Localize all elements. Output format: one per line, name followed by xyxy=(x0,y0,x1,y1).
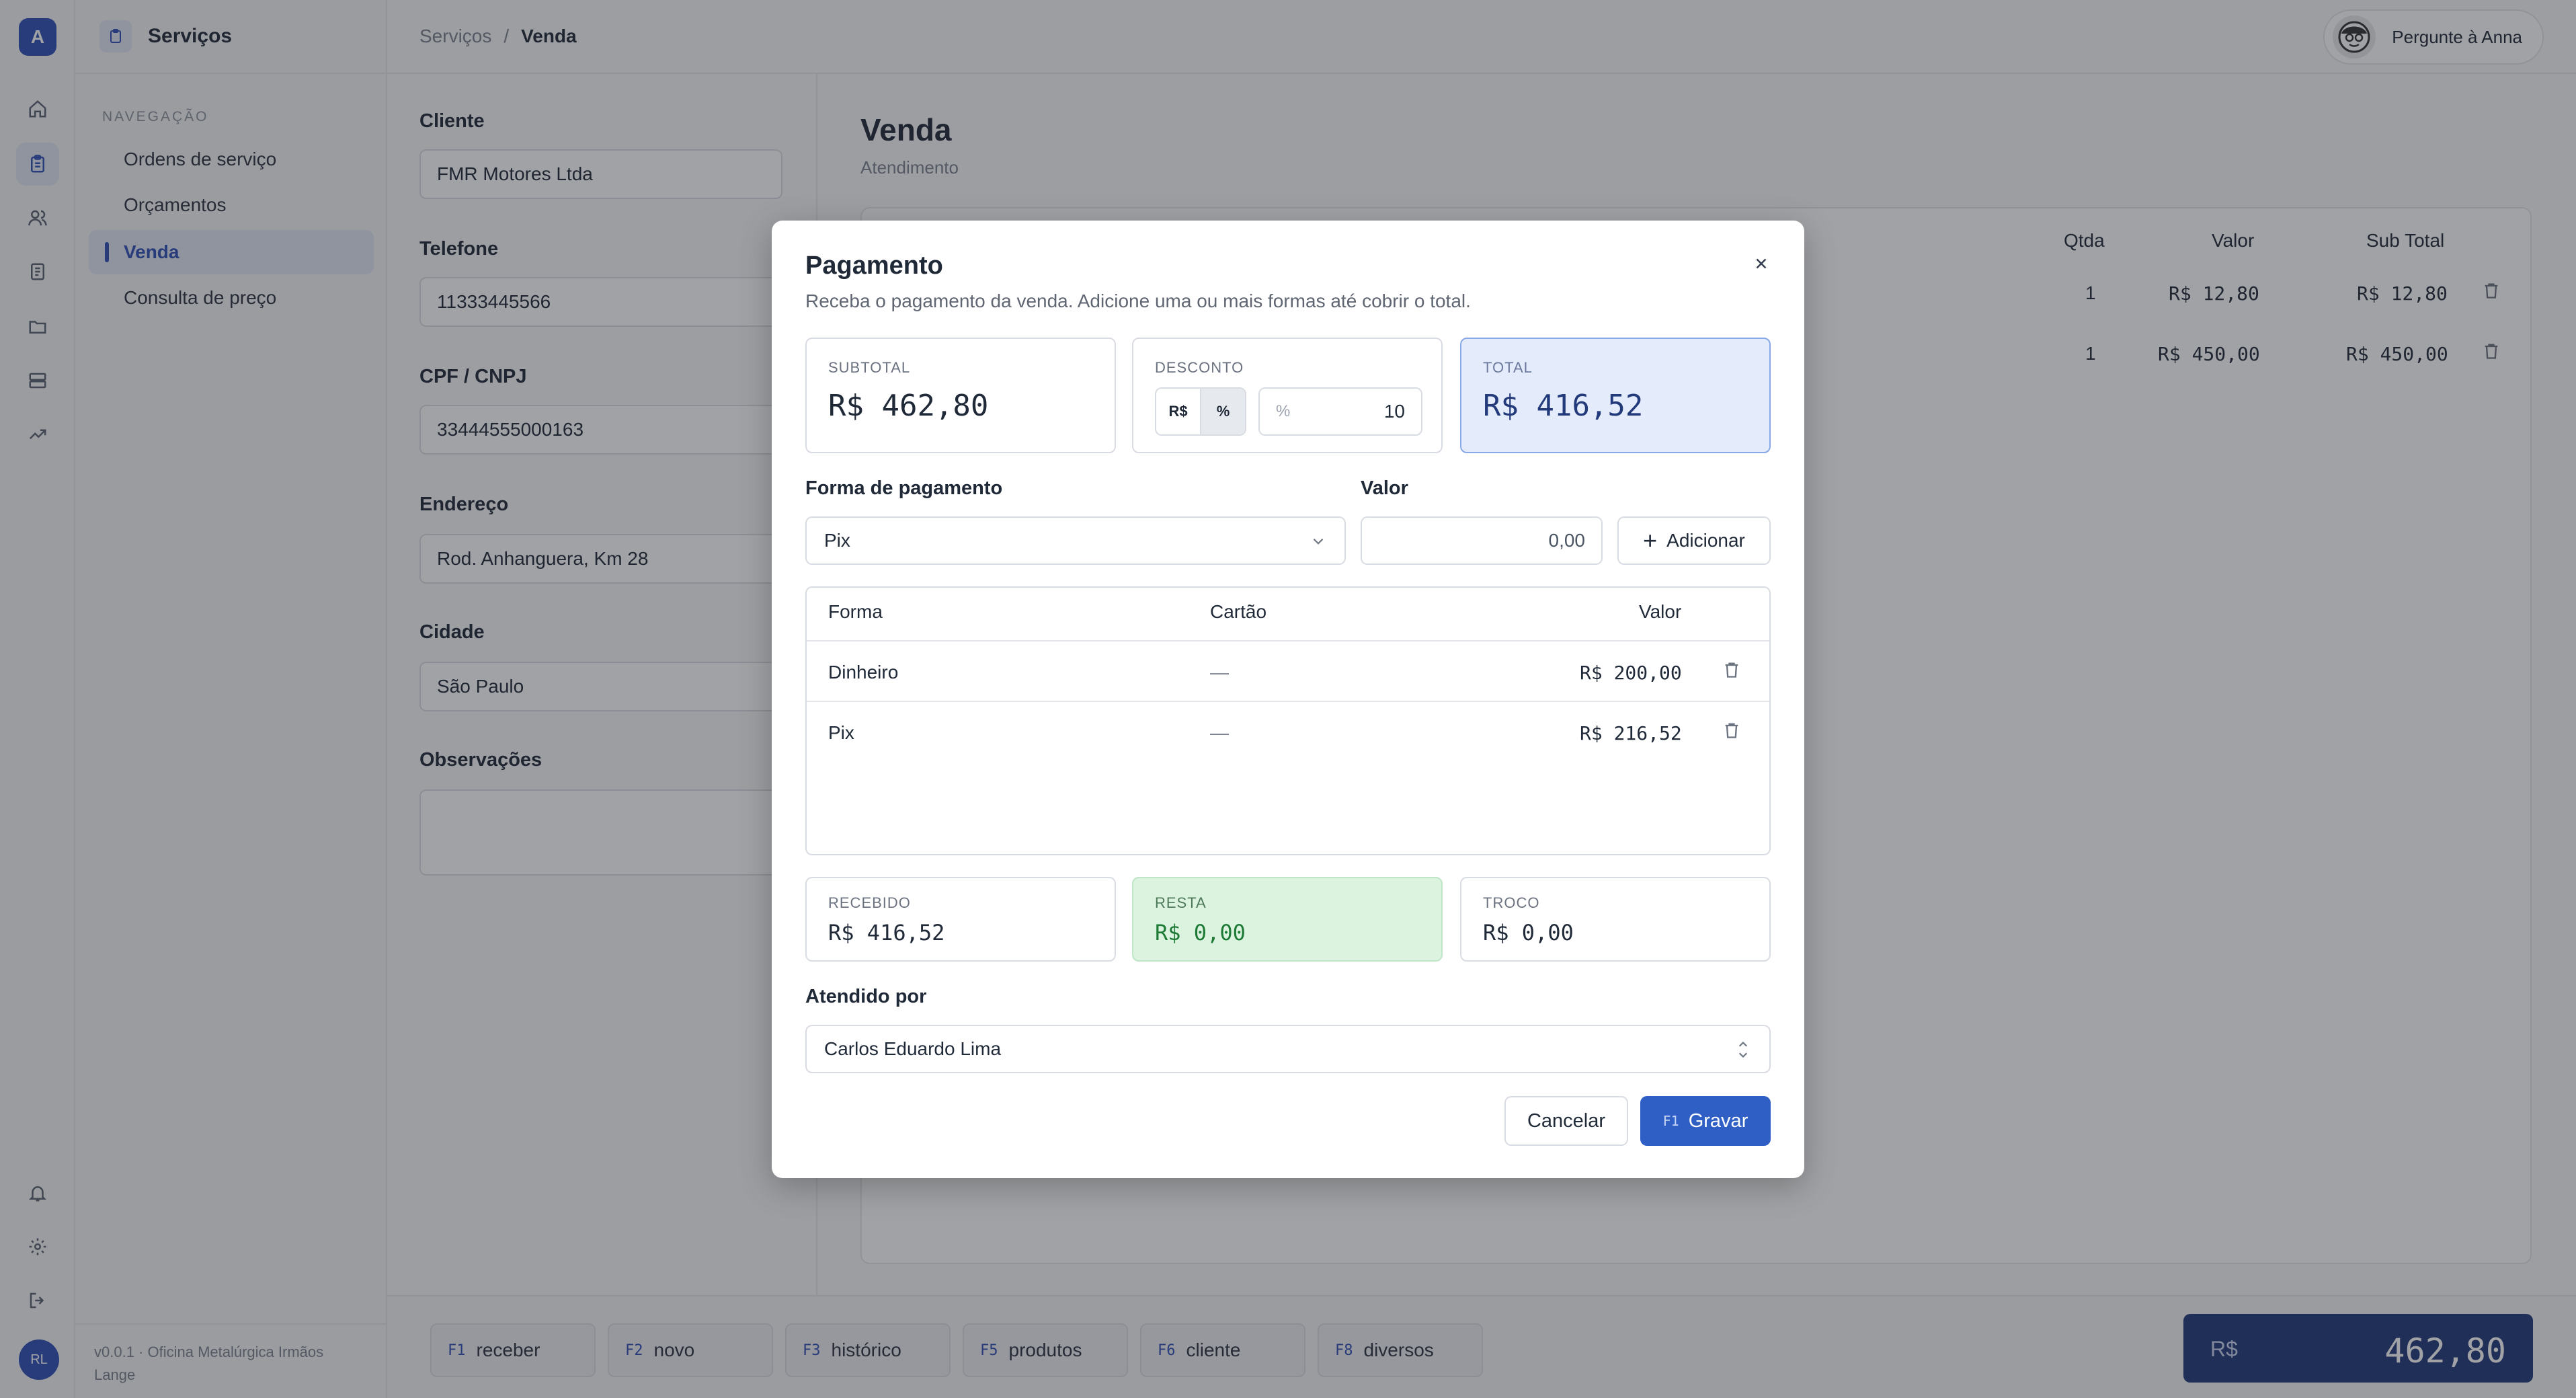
chevron-up-down-icon xyxy=(1734,1037,1752,1067)
save-button[interactable]: F1 Gravar xyxy=(1640,1096,1771,1146)
discount-input-prefix: % xyxy=(1276,402,1291,420)
divider xyxy=(807,701,1769,702)
modal-subtitle: Receba o pagamento da venda. Adicione um… xyxy=(805,290,1471,311)
payment-row-card: — xyxy=(1210,662,1229,683)
payment-method-value: Pix xyxy=(824,530,850,551)
total-box: TOTAL R$ 416,52 xyxy=(1460,338,1771,453)
received-label: RECEBIDO xyxy=(828,894,911,911)
modal-title: Pagamento xyxy=(805,251,943,280)
received-box: RECEBIDO R$ 416,52 xyxy=(805,877,1116,962)
subtotal-value: R$ 462,80 xyxy=(828,389,989,423)
add-payment-button[interactable]: + Adicionar xyxy=(1617,516,1771,565)
save-shortcut-key: F1 xyxy=(1662,1113,1679,1129)
total-label: TOTAL xyxy=(1483,359,1533,376)
remaining-value: R$ 0,00 xyxy=(1155,920,1246,945)
total-value: R$ 416,52 xyxy=(1483,389,1644,423)
payment-row-card: — xyxy=(1210,722,1229,743)
payment-row-method: Pix xyxy=(828,722,854,743)
attendant-label: Atendido por xyxy=(805,986,927,1007)
attendant-select[interactable]: Carlos Eduardo Lima xyxy=(805,1025,1771,1073)
discount-mode-currency-button[interactable]: R$ xyxy=(1156,389,1200,434)
amount-label: Valor xyxy=(1361,477,1408,499)
payment-method-label: Forma de pagamento xyxy=(805,477,1003,499)
change-box: TROCO R$ 0,00 xyxy=(1460,877,1771,962)
remaining-box: RESTA R$ 0,00 xyxy=(1132,877,1443,962)
payment-modal: Pagamento Receba o pagamento da venda. A… xyxy=(772,221,1804,1178)
cancel-button[interactable]: Cancelar xyxy=(1504,1096,1628,1146)
subtotal-label: SUBTOTAL xyxy=(828,359,911,376)
divider xyxy=(807,640,1769,642)
add-payment-label: Adicionar xyxy=(1666,530,1745,551)
payments-table: Forma Cartão Valor Dinheiro — R$ 200,00 … xyxy=(805,586,1771,855)
discount-mode-toggle: R$ % xyxy=(1155,387,1246,436)
discount-mode-percent-button[interactable]: % xyxy=(1200,389,1245,434)
payment-row-method: Dinheiro xyxy=(828,662,899,683)
save-label: Gravar xyxy=(1688,1110,1748,1132)
amount-input[interactable]: 0,00 xyxy=(1361,516,1603,565)
discount-box: DESCONTO R$ % % 10 xyxy=(1132,338,1443,453)
payments-header-value: Valor xyxy=(1639,601,1682,622)
close-icon[interactable] xyxy=(1745,247,1777,280)
payments-header-card: Cartão xyxy=(1210,601,1267,622)
payment-row-value: R$ 216,52 xyxy=(1580,722,1682,744)
remaining-label: RESTA xyxy=(1155,894,1207,911)
payment-row-value: R$ 200,00 xyxy=(1580,662,1682,684)
subtotal-box: SUBTOTAL R$ 462,80 xyxy=(805,338,1116,453)
chevron-down-icon xyxy=(1310,533,1327,555)
discount-label: DESCONTO xyxy=(1155,359,1244,376)
trash-icon[interactable] xyxy=(1722,660,1741,684)
change-value: R$ 0,00 xyxy=(1483,920,1574,945)
payments-header-method: Forma xyxy=(828,601,883,622)
change-label: TROCO xyxy=(1483,894,1540,911)
plus-icon: + xyxy=(1643,527,1658,554)
attendant-value: Carlos Eduardo Lima xyxy=(824,1038,1002,1059)
received-value: R$ 416,52 xyxy=(828,920,945,945)
discount-input[interactable]: % 10 xyxy=(1258,387,1422,436)
trash-icon[interactable] xyxy=(1722,721,1741,744)
discount-input-value: 10 xyxy=(1383,401,1405,422)
payment-method-select[interactable]: Pix xyxy=(805,516,1346,565)
